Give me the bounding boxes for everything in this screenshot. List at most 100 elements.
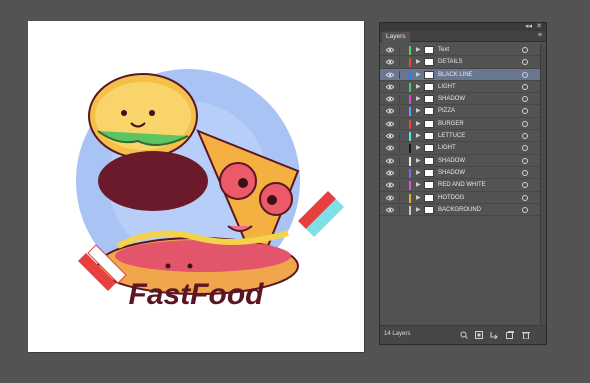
layer-name[interactable]: DETAILS [438,57,463,67]
visibility-eye-icon[interactable] [386,158,394,164]
lock-toggle[interactable] [399,119,405,128]
expand-arrow-icon[interactable]: ▶ [416,193,421,203]
layer-color-indicator [409,119,411,129]
layer-target-icon[interactable] [522,47,528,53]
layer-row[interactable]: ▶ BURGER [380,117,540,131]
expand-arrow-icon[interactable]: ▶ [416,131,421,141]
layer-name[interactable]: SHADOW [438,168,465,178]
lock-toggle[interactable] [399,132,405,141]
layer-row[interactable]: ▶ PIZZA [380,105,540,118]
visibility-eye-icon[interactable] [386,170,394,176]
layer-target-icon[interactable] [522,206,528,213]
expand-arrow-icon[interactable]: ▶ [416,143,421,153]
visibility-eye-icon[interactable] [386,84,394,90]
layer-row[interactable]: ▶ HOTDOG [380,191,540,204]
layer-row[interactable]: ▶ BLACK LINE [380,68,540,81]
expand-arrow-icon[interactable]: ▶ [416,106,421,116]
layer-name[interactable]: BLACK LINE [438,70,473,80]
layer-row[interactable]: ▶ SHADOW [380,154,540,167]
layer-row[interactable]: ▶ SHADOW [380,166,540,180]
layer-name[interactable]: LIGHT [438,82,456,92]
layer-target-icon[interactable] [522,108,528,115]
layer-row[interactable]: ▶ DETAILS [380,56,540,69]
layer-name[interactable]: LIGHT [438,143,456,153]
layer-name[interactable]: LETTUCE [438,131,465,141]
layer-target-icon[interactable] [522,59,528,66]
layer-target-icon[interactable] [522,145,528,152]
layer-row[interactable]: ▶ RED AND WHITE [380,179,540,192]
visibility-eye-icon[interactable] [386,96,394,102]
lock-toggle[interactable] [399,181,405,190]
layer-name[interactable]: PIZZA [438,106,455,116]
visibility-eye-icon[interactable] [386,121,394,127]
layer-row[interactable]: ▶ Text [380,44,540,57]
expand-arrow-icon[interactable]: ▶ [416,205,421,215]
expand-arrow-icon[interactable]: ▶ [416,168,421,178]
layer-row[interactable]: ▶ LETTUCE [380,130,540,143]
layer-target-icon[interactable] [522,83,528,90]
layer-row[interactable]: ▶ BACKGROUND [380,203,540,217]
expand-arrow-icon[interactable]: ▶ [416,70,421,80]
delete-layer-icon[interactable] [522,331,530,339]
visibility-eye-icon[interactable] [386,195,394,201]
layer-target-icon[interactable] [522,169,528,176]
lock-toggle[interactable] [399,95,405,104]
tab-layers[interactable]: Layers [382,32,410,42]
visibility-eye-icon[interactable] [386,207,394,213]
layer-name[interactable]: BACKGROUND [438,205,481,215]
layer-name[interactable]: Text [438,45,449,55]
panel-title-bar[interactable]: ◂◂ ✕ [380,23,546,31]
make-clipping-mask-icon[interactable] [475,331,483,339]
layer-target-icon[interactable] [522,194,528,201]
visibility-eye-icon[interactable] [386,145,394,151]
lock-toggle[interactable] [399,205,405,214]
artboard[interactable]: FastFood [28,21,364,352]
layers-scrollbar[interactable] [540,44,546,326]
visibility-eye-icon[interactable] [386,72,394,78]
lock-toggle[interactable] [399,193,405,202]
layer-name[interactable]: SHADOW [438,156,465,166]
expand-arrow-icon[interactable]: ▶ [416,156,421,166]
collapse-panel-icon[interactable]: ◂◂ [525,22,532,31]
visibility-eye-icon[interactable] [386,182,394,188]
layer-target-icon[interactable] [522,157,528,164]
light-thumbnail [424,144,434,153]
layer-row[interactable]: ▶ LIGHT [380,80,540,94]
red-and-white-thumbnail [424,181,434,190]
layer-name[interactable]: SHADOW [438,94,465,104]
visibility-eye-icon[interactable] [386,108,394,114]
layer-target-icon[interactable] [522,120,528,127]
expand-arrow-icon[interactable]: ▶ [416,180,421,190]
lock-toggle[interactable] [399,82,405,91]
expand-arrow-icon[interactable]: ▶ [416,119,421,129]
layer-row[interactable]: ▶ LIGHT [380,142,540,155]
layer-color-indicator [409,168,411,178]
visibility-eye-icon[interactable] [386,133,394,139]
lock-toggle[interactable] [399,156,405,165]
visibility-eye-icon[interactable] [386,59,394,65]
lock-toggle[interactable] [399,107,405,116]
close-panel-icon[interactable]: ✕ [536,22,542,31]
visibility-eye-icon[interactable] [386,47,394,53]
layer-target-icon[interactable] [522,71,528,78]
layer-target-icon[interactable] [522,182,528,189]
expand-arrow-icon[interactable]: ▶ [416,45,421,55]
layer-name[interactable]: HOTDOG [438,193,464,203]
layer-name[interactable]: BURGER [438,119,464,129]
expand-arrow-icon[interactable]: ▶ [416,57,421,67]
lock-toggle[interactable] [399,168,405,177]
expand-arrow-icon[interactable]: ▶ [416,94,421,104]
layer-target-icon[interactable] [522,96,528,103]
lock-toggle[interactable] [399,70,405,79]
layer-row[interactable]: ▶ SHADOW [380,93,540,106]
layer-name[interactable]: RED AND WHITE [438,180,486,190]
create-new-layer-icon[interactable] [506,331,514,339]
lock-toggle[interactable] [399,46,405,54]
locate-object-icon[interactable] [460,331,468,339]
lock-toggle[interactable] [399,58,405,67]
panel-menu-icon[interactable]: ≡ [538,31,542,41]
create-sublayer-icon[interactable] [490,331,498,339]
layer-target-icon[interactable] [522,133,528,140]
lock-toggle[interactable] [399,144,405,153]
expand-arrow-icon[interactable]: ▶ [416,82,421,92]
